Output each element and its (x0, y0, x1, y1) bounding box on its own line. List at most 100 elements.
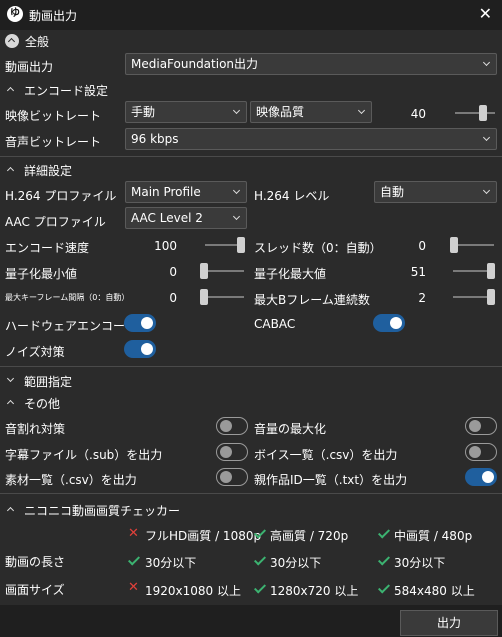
section-encode-title: エンコード設定 (24, 84, 109, 98)
window-title: 動画出力 (29, 9, 78, 23)
bframe-slider[interactable] (453, 289, 495, 305)
divider (0, 156, 502, 157)
chevron-down-icon (232, 106, 241, 115)
threads-label: スレッド数（0：自動） (254, 241, 382, 255)
app-logo-icon: ゆ (7, 6, 23, 22)
check-icon (128, 554, 140, 566)
size-720-value: 1280x720 以上 (270, 584, 359, 598)
h264-level-select[interactable]: 自動 (374, 181, 497, 203)
threads-value: 0 (418, 239, 426, 253)
material-label: 素材一覧（.csv）を出力 (5, 473, 137, 487)
slider-thumb[interactable] (450, 237, 458, 253)
hw-encode-toggle[interactable] (124, 314, 156, 332)
qmax-label: 量子化最大値 (254, 267, 327, 281)
h264-profile-select[interactable]: Main Profile (125, 181, 247, 203)
length-1080-value: 30分以下 (145, 556, 197, 570)
close-icon[interactable]: ✕ (479, 4, 492, 23)
quality-mode-select[interactable]: 映像品質 (250, 101, 372, 123)
qmax-value: 51 (410, 265, 426, 279)
output-button[interactable]: 出力 (400, 610, 498, 636)
h264-level-value: 自動 (380, 185, 405, 199)
slider-thumb[interactable] (200, 289, 208, 305)
aac-profile-select[interactable]: AAC Level 2 (125, 207, 247, 229)
divider (0, 493, 502, 494)
aac-profile-label: AAC プロファイル (5, 215, 106, 229)
parent-id-label: 親作品ID一覧（.txt）を出力 (254, 473, 408, 487)
cross-icon: ✕ (128, 526, 139, 541)
section-general-title: 全般 (25, 35, 50, 49)
hw-encode-label: ハードウェアエンコード (5, 319, 138, 333)
slider-thumb[interactable] (487, 263, 495, 279)
keyframe-label: 最大キーフレーム間隔（0：自動） (5, 293, 130, 302)
qmax-slider[interactable] (453, 263, 495, 279)
chevron-down-icon (232, 212, 241, 221)
collapse-general-icon[interactable] (5, 34, 19, 48)
threads-slider[interactable] (450, 237, 494, 253)
quality-slider[interactable] (455, 105, 495, 121)
qmin-value: 0 (169, 265, 177, 279)
audio-bitrate-select[interactable]: 96 kbps (125, 128, 497, 150)
quality-480-label: 中画質 / 480p (394, 529, 473, 543)
size-480-value: 584x480 以上 (394, 584, 475, 598)
parent-id-toggle[interactable] (465, 468, 497, 486)
qmin-slider[interactable] (200, 263, 244, 279)
encode-speed-value: 100 (154, 239, 177, 253)
collapse-checker-icon[interactable] (7, 505, 15, 513)
encode-speed-slider[interactable] (205, 237, 245, 253)
h264-profile-label: H.264 プロファイル (5, 189, 117, 203)
slider-thumb[interactable] (200, 263, 208, 279)
slider-thumb[interactable] (479, 105, 487, 121)
size-1080-value: 1920x1080 以上 (145, 584, 241, 598)
maximize-label: 音量の最大化 (254, 422, 327, 436)
bitrate-mode-value: 手動 (131, 105, 156, 119)
cross-icon: ✕ (128, 580, 139, 595)
bframe-value: 2 (418, 291, 426, 305)
subtitle-toggle[interactable] (216, 443, 248, 461)
audio-bitrate-value: 96 kbps (131, 132, 179, 146)
h264-profile-value: Main Profile (131, 185, 201, 199)
size-label: 画面サイズ (5, 583, 65, 597)
qmin-label: 量子化最小値 (5, 267, 78, 281)
keyframe-value: 0 (169, 291, 177, 305)
collapse-encode-icon[interactable] (7, 85, 15, 93)
length-720-value: 30分以下 (270, 556, 322, 570)
chevron-down-icon (232, 186, 241, 195)
cabac-label: CABAC (254, 317, 296, 331)
cabac-toggle[interactable] (373, 314, 405, 332)
quality-720-label: 高画質 / 720p (270, 529, 349, 543)
crack-toggle[interactable] (216, 417, 248, 435)
quality-value: 40 (410, 107, 426, 121)
video-output-label: 動画出力 (5, 60, 54, 74)
section-other-title: その他 (24, 397, 61, 411)
chevron-down-icon (482, 133, 491, 142)
section-detail-title: 詳細設定 (24, 164, 73, 178)
voice-list-toggle[interactable] (465, 443, 497, 461)
slider-thumb[interactable] (237, 237, 245, 253)
check-icon (254, 527, 266, 539)
aac-profile-value: AAC Level 2 (131, 211, 203, 225)
voice-list-label: ボイス一覧（.csv）を出力 (254, 448, 398, 462)
collapse-detail-icon[interactable] (7, 165, 15, 173)
video-output-select[interactable]: MediaFoundation出力 (125, 53, 497, 75)
title-bar: ゆ 動画出力 ✕ (0, 0, 502, 30)
check-icon (378, 582, 390, 594)
chevron-down-icon (482, 58, 491, 67)
check-icon (378, 554, 390, 566)
material-toggle[interactable] (216, 468, 248, 486)
encode-speed-label: エンコード速度 (5, 241, 90, 255)
bitrate-mode-select[interactable]: 手動 (125, 101, 247, 123)
noise-toggle[interactable] (124, 340, 156, 358)
bframe-label: 最大Bフレーム連続数 (254, 293, 370, 307)
expand-range-icon[interactable] (7, 376, 15, 384)
check-icon (378, 527, 390, 539)
keyframe-slider[interactable] (200, 289, 244, 305)
crack-label: 音割れ対策 (5, 422, 66, 436)
slider-thumb[interactable] (487, 289, 495, 305)
noise-label: ノイズ対策 (5, 345, 65, 359)
maximize-toggle[interactable] (465, 417, 497, 435)
settings-panel: 全般 動画出力 MediaFoundation出力 エンコード設定 映像ビットレ… (0, 30, 502, 605)
length-label: 動画の長さ (5, 555, 66, 569)
video-bitrate-label: 映像ビットレート (5, 109, 102, 123)
collapse-other-icon[interactable] (7, 398, 15, 406)
quality-1080-label: フルHD画質 / 1080p (145, 529, 262, 543)
